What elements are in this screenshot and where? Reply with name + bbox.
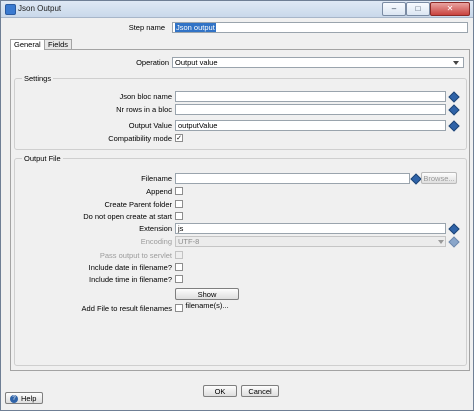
chevron-down-icon: [453, 61, 459, 65]
do-not-open-create-label: Do not open create at start: [83, 212, 172, 221]
step-name-label: Step name: [128, 23, 165, 32]
operation-label: Operation: [136, 58, 169, 67]
pass-output-to-servlet-label: Pass output to servlet: [99, 251, 172, 260]
operation-select[interactable]: Output value: [172, 57, 464, 68]
browse-button[interactable]: Browse...: [421, 172, 457, 184]
add-file-to-result-checkbox[interactable]: [175, 304, 183, 312]
json-bloc-name-input[interactable]: [175, 91, 446, 102]
tab-general[interactable]: General: [10, 39, 45, 50]
include-date-label: Include date in filename?: [88, 263, 172, 272]
do-not-open-create-checkbox[interactable]: [175, 212, 183, 220]
step-name-value: Json output: [175, 23, 216, 32]
extension-label: Extension: [139, 224, 172, 233]
output-value-label: Output Value: [128, 121, 172, 130]
create-parent-folder-label: Create Parent folder: [104, 200, 172, 209]
operation-value: Output value: [175, 58, 218, 67]
step-name-input[interactable]: Json output: [172, 22, 468, 33]
add-file-to-result-label: Add File to result filenames: [81, 304, 172, 313]
compatibility-mode-checkbox[interactable]: ✓: [175, 134, 183, 142]
include-time-label: Include time in filename?: [89, 275, 172, 284]
help-icon: ?: [10, 395, 18, 403]
title-bar[interactable]: Json Output – □ ✕: [1, 1, 473, 18]
filename-input[interactable]: [175, 173, 410, 184]
app-icon: [5, 4, 16, 15]
close-button[interactable]: ✕: [430, 2, 470, 16]
minimize-button[interactable]: –: [382, 2, 406, 16]
help-button[interactable]: ? Help: [5, 392, 43, 404]
output-file-group-title: Output File: [22, 154, 63, 163]
cancel-button[interactable]: Cancel: [241, 385, 279, 397]
chevron-down-icon: [438, 240, 444, 244]
extension-value: js: [178, 224, 184, 233]
encoding-value: UTF-8: [178, 237, 200, 246]
ok-button[interactable]: OK: [203, 385, 237, 397]
include-date-checkbox[interactable]: [175, 263, 183, 271]
show-filenames-button[interactable]: Show filename(s)...: [175, 288, 239, 310]
maximize-button[interactable]: □: [406, 2, 430, 16]
json-output-dialog: Json Output – □ ✕ Step name Json output …: [0, 0, 474, 411]
nr-rows-label: Nr rows in a bloc: [116, 105, 172, 114]
help-label: Help: [21, 394, 37, 403]
include-time-checkbox[interactable]: [175, 275, 183, 283]
settings-group-title: Settings: [22, 74, 54, 83]
nr-rows-input[interactable]: [175, 104, 446, 115]
window-title: Json Output: [18, 4, 62, 13]
encoding-select[interactable]: UTF-8: [175, 236, 446, 247]
compatibility-mode-label: Compatibility mode: [108, 134, 172, 143]
output-value-input[interactable]: outputValue: [175, 120, 446, 131]
filename-label: Filename: [141, 174, 172, 183]
append-label: Append: [146, 187, 172, 196]
append-checkbox[interactable]: [175, 187, 183, 195]
json-bloc-name-label: Json bloc name: [119, 92, 172, 101]
output-value-value: outputValue: [178, 121, 218, 130]
extension-input[interactable]: js: [175, 223, 446, 234]
create-parent-folder-checkbox[interactable]: [175, 200, 183, 208]
encoding-label: Encoding: [140, 237, 172, 246]
pass-output-to-servlet-checkbox[interactable]: [175, 251, 183, 259]
